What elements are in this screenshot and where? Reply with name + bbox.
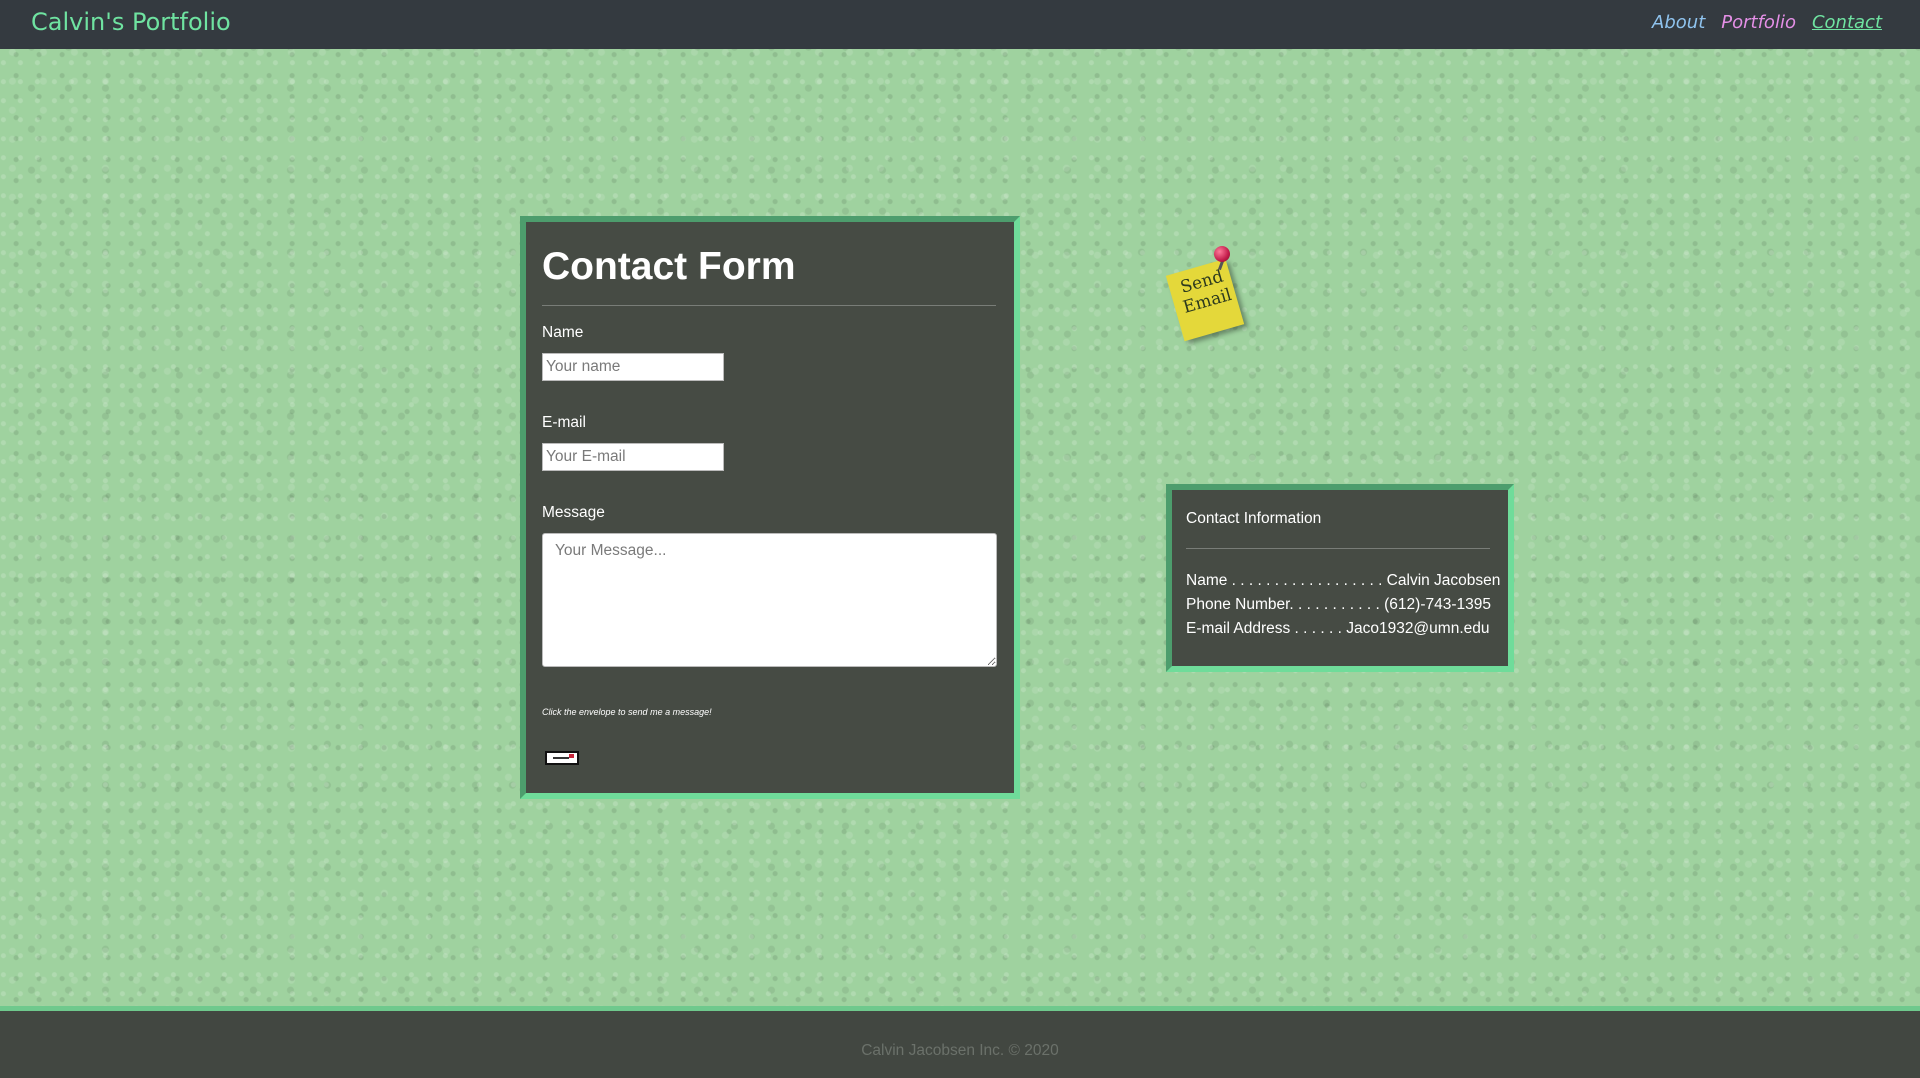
contact-info-card: Contact Information Name . . . . . . . .… [1166,484,1514,672]
contact-form-card: Contact Form Name E-mail Message Click t… [520,216,1020,799]
name-input[interactable] [542,352,724,381]
email-label: E-mail [542,413,586,431]
contact-form-title: Contact Form [542,245,796,288]
nav-link-contact[interactable]: Contact [1812,12,1882,33]
name-label: Name [542,323,584,341]
info-row-email: E-mail Address . . . . . . Jaco1932@umn.… [1186,620,1490,637]
contact-info-title: Contact Information [1186,510,1322,527]
info-row-name: Name . . . . . . . . . . . . . . . . . .… [1186,572,1501,589]
send-email-sticky-note[interactable]: Send Email [1160,240,1256,352]
pushpin-icon [1214,246,1230,262]
info-row-phone: Phone Number. . . . . . . . . . . (612)-… [1186,596,1491,613]
message-label: Message [542,503,605,521]
footer: Calvin Jacobsen Inc. © 2020 [0,1006,1920,1078]
envelope-icon [553,756,569,759]
navbar: Calvin's Portfolio About Portfolio Conta… [0,0,1920,49]
form-divider [542,304,996,306]
sticky-note-text: Send Email [1165,258,1245,342]
envelope-send-button[interactable] [545,750,579,765]
message-input[interactable] [542,532,997,667]
send-hint: Click the envelope to send me a message! [542,706,712,717]
nav-link-portfolio[interactable]: Portfolio [1721,12,1796,33]
brand-link[interactable]: Calvin's Portfolio [31,8,231,36]
nav-link-about[interactable]: About [1652,12,1705,33]
footer-copyright: Calvin Jacobsen Inc. © 2020 [861,1042,1059,1059]
nav-links: About Portfolio Contact [1652,12,1882,33]
email-input[interactable] [542,442,724,471]
info-divider [1186,548,1490,549]
stamp-icon [569,753,574,758]
